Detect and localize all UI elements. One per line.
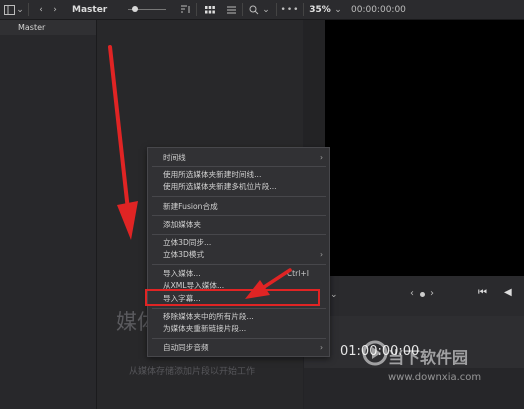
forward-arrow-icon[interactable]: ›	[50, 0, 60, 19]
menu-item-new-timeline[interactable]: 使用所选媒体夹新建时间线...	[148, 169, 329, 181]
chevron-down-icon[interactable]: ⌄	[16, 0, 24, 19]
menu-item-import-media[interactable]: 导入媒体... Ctrl+I	[148, 268, 329, 280]
menu-item-label: 使用所选媒体夹新建多机位片段...	[163, 182, 277, 191]
chevron-right-icon: ›	[319, 250, 323, 259]
empty-pool-hint: 从媒体存储添加片段以开始工作	[129, 367, 256, 377]
slider-knob[interactable]	[132, 6, 138, 12]
menu-item-timeline[interactable]: 时间线 ›	[148, 152, 329, 164]
menu-item-label: 使用所选媒体夹新建时间线...	[163, 170, 262, 179]
prev-frame-icon[interactable]: ‹	[410, 288, 414, 299]
menu-item-relink-clips[interactable]: 为媒体夹重新链接片段...	[148, 323, 329, 335]
menu-divider	[152, 196, 326, 197]
jog-indicator-icon[interactable]	[420, 292, 425, 297]
list-view-icon[interactable]	[224, 0, 238, 19]
more-options-icon[interactable]: •••	[281, 0, 299, 19]
menu-item-shortcut: Ctrl+I	[286, 269, 309, 278]
zoom-level[interactable]: 35%	[308, 0, 332, 19]
menu-item-label: 新建Fusion合成	[163, 202, 218, 211]
annotation-highlight-box	[145, 289, 320, 306]
menu-item-new-multicam[interactable]: 使用所选媒体夹新建多机位片段...	[148, 181, 329, 193]
menu-item-label: 移除媒体夹中的所有片段...	[163, 312, 254, 321]
watermark-title: 当下软件园	[388, 348, 469, 367]
menu-item-3d-mode[interactable]: 立体3D模式 ›	[148, 249, 329, 261]
top-toolbar: ⌄ ‹ › Master ⌄ ••• 35% ⌄ 00:00:00:00	[0, 0, 524, 20]
menu-divider	[152, 234, 326, 235]
menu-divider	[152, 338, 326, 339]
play-reverse-icon[interactable]: ◀	[504, 287, 512, 298]
source-timecode: 00:00:00:00	[351, 4, 406, 15]
sort-icon[interactable]	[178, 0, 192, 19]
menu-item-label: 立体3D模式	[163, 250, 205, 259]
menu-divider	[152, 264, 326, 265]
master-bin[interactable]: Master	[0, 20, 96, 35]
menu-item-label: 自动同步音频	[163, 343, 209, 352]
chevron-down-icon[interactable]: ⌄	[330, 290, 338, 300]
menu-item-remove-clips[interactable]: 移除媒体夹中的所有片段...	[148, 311, 329, 323]
menu-divider	[152, 215, 326, 216]
menu-item-label: 立体3D同步...	[163, 238, 212, 247]
viewer-controls: ⌄ ‹ › ⏮ ◀	[304, 276, 524, 316]
next-frame-icon[interactable]: ›	[430, 288, 434, 299]
menu-item-label: 时间线	[163, 153, 186, 162]
menu-item-add-bin[interactable]: 添加媒体夹	[148, 219, 329, 231]
context-menu: 时间线 › 使用所选媒体夹新建时间线... 使用所选媒体夹新建多机位片段... 新…	[147, 147, 330, 357]
chevron-right-icon: ›	[319, 343, 323, 352]
back-arrow-icon[interactable]: ‹	[36, 0, 46, 19]
menu-item-auto-sync-audio[interactable]: 自动同步音频 ›	[148, 342, 329, 354]
menu-divider	[152, 308, 326, 309]
menu-item-new-fusion[interactable]: 新建Fusion合成	[148, 201, 329, 213]
menu-divider	[152, 166, 326, 167]
menu-item-label: 导入媒体...	[163, 269, 201, 278]
menu-item-3d-sync[interactable]: 立体3D同步...	[148, 237, 329, 249]
chevron-down-icon[interactable]: ⌄	[262, 0, 270, 19]
bin-list-panel: Master	[0, 20, 97, 409]
go-to-start-icon[interactable]: ⏮	[478, 287, 487, 298]
preview-viewer[interactable]	[325, 20, 524, 276]
chevron-right-icon: ›	[319, 153, 323, 162]
menu-item-label: 添加媒体夹	[163, 220, 201, 229]
watermark-url: www.downxia.com	[388, 372, 482, 383]
panel-toggle-icon[interactable]	[2, 0, 16, 19]
grid-view-icon[interactable]	[203, 0, 217, 19]
chevron-down-icon[interactable]: ⌄	[334, 0, 342, 19]
menu-item-label: 为媒体夹重新链接片段...	[163, 324, 247, 333]
bin-title: Master	[72, 4, 108, 15]
search-icon[interactable]	[248, 0, 260, 19]
watermark-logo-icon	[362, 340, 388, 366]
